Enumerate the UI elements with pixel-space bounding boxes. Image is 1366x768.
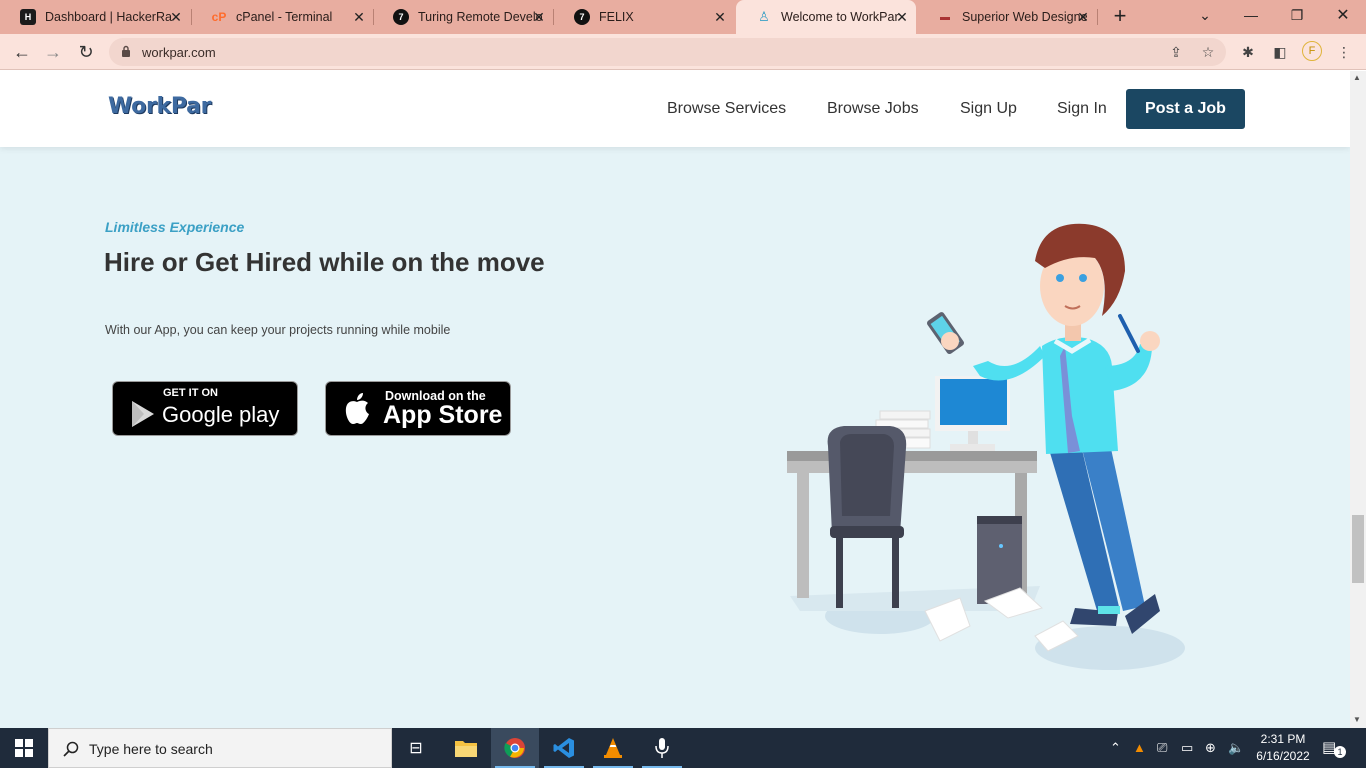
turing-icon: 7 [393, 9, 409, 25]
voice-recorder-button[interactable] [638, 728, 686, 768]
taskbar-search-box[interactable]: Type here to search [48, 728, 392, 768]
close-tab-icon[interactable]: ✕ [168, 9, 184, 25]
extensions-icon[interactable]: ✱ [1239, 43, 1257, 61]
app-store-big-text: App Store [383, 401, 503, 429]
site-logo[interactable]: WorkPar [108, 94, 212, 119]
browser-tab-strip: H Dashboard | HackerRa ✕ cP cPanel - Ter… [0, 0, 1366, 34]
page-viewport: WorkPar Browse Services Browse Jobs Sign… [0, 71, 1350, 728]
nav-sign-up[interactable]: Sign Up [960, 100, 1017, 118]
vlc-cone-icon [604, 738, 622, 758]
hero-eyebrow: Limitless Experience [105, 219, 245, 235]
scrollbar-thumb[interactable] [1352, 515, 1364, 583]
show-hidden-icons-icon[interactable]: ⌃ [1110, 740, 1121, 756]
side-panel-icon[interactable]: ◧ [1271, 43, 1289, 61]
google-play-big-text: Google play [162, 402, 280, 427]
clock-date: 6/16/2022 [1256, 749, 1310, 763]
menu-dots-icon[interactable]: ⋮ [1335, 43, 1353, 61]
browser-toolbar: ← → ↻ workpar.com ⇪ ☆ ✱ ◧ F ⋮ [0, 34, 1366, 70]
tab-felix[interactable]: 7 FELIX ✕ [554, 0, 734, 34]
address-bar[interactable]: workpar.com ⇪ ☆ [109, 38, 1226, 66]
vscode-icon [553, 738, 574, 758]
scroll-down-arrow-icon[interactable]: ▼ [1353, 715, 1361, 724]
forward-button[interactable]: → [40, 39, 66, 65]
folder-icon [455, 741, 477, 757]
turing-icon: 7 [574, 9, 590, 25]
vlc-button[interactable] [589, 728, 637, 768]
nav-sign-in[interactable]: Sign In [1057, 100, 1107, 118]
page-scrollbar[interactable]: ▲ ▼ [1350, 71, 1366, 728]
notification-count-badge: 1 [1334, 746, 1346, 758]
search-placeholder: Type here to search [89, 741, 213, 757]
tab-divider [1097, 9, 1098, 25]
google-play-small-text: GET IT ON [163, 387, 218, 399]
close-tab-icon[interactable]: ✕ [894, 9, 910, 25]
scroll-up-arrow-icon[interactable]: ▲ [1353, 73, 1361, 82]
hackerrank-icon: H [20, 9, 36, 25]
profile-avatar[interactable]: F [1302, 41, 1322, 61]
nav-browse-services[interactable]: Browse Services [667, 100, 786, 118]
cpanel-icon: cP [211, 10, 227, 24]
hero-illustration [787, 223, 1185, 670]
back-button[interactable]: ← [9, 39, 35, 65]
task-view-button[interactable]: ⊟ [392, 728, 440, 768]
site-header: WorkPar Browse Services Browse Jobs Sign… [0, 71, 1350, 147]
tab-web-designer[interactable]: ▬ Superior Web Designe ✕ [917, 0, 1097, 34]
reload-button[interactable]: ↻ [73, 39, 99, 65]
hero-subtext: With our App, you can keep your projects… [105, 323, 451, 337]
tab-cpanel[interactable]: cP cPanel - Terminal ✕ [191, 0, 373, 34]
system-clock[interactable]: 2:31 PM 6/16/2022 [1250, 731, 1316, 765]
windows-logo-icon [15, 739, 33, 757]
vscode-button[interactable] [540, 728, 588, 768]
task-view-icon: ⊟ [409, 740, 423, 757]
notifications-button[interactable]: ▤ 1 [1322, 738, 1346, 758]
restore-button[interactable]: ❐ [1274, 0, 1320, 30]
close-tab-icon[interactable]: ✕ [712, 9, 728, 25]
app-store-button[interactable]: Download on the App Store [325, 381, 511, 436]
post-job-button[interactable]: Post a Job [1126, 89, 1245, 129]
workpar-icon: ♙ [758, 9, 770, 24]
google-play-icon [132, 401, 154, 427]
close-tab-icon[interactable]: ✕ [1075, 9, 1091, 25]
search-icon [63, 741, 79, 757]
volume-icon[interactable]: 🔈 [1228, 740, 1244, 756]
new-tab-button[interactable]: + [1108, 5, 1132, 29]
microphone-icon [655, 738, 669, 758]
battery-icon[interactable]: ▭ [1181, 740, 1193, 756]
close-tab-icon[interactable]: ✕ [351, 9, 367, 25]
chrome-button[interactable] [491, 728, 539, 768]
share-icon[interactable]: ⇪ [1167, 43, 1185, 61]
tab-search-icon[interactable]: ⌄ [1182, 0, 1228, 30]
hero-headline: Hire or Get Hired while on the move [104, 247, 545, 277]
network-globe-icon[interactable]: ⊕ [1205, 740, 1216, 756]
minimize-button[interactable]: — [1228, 0, 1274, 30]
windows-taskbar: Type here to search ⊟ ⌃ ▲ ⎚ ▭ ⊕ 🔈 2:31 P… [0, 728, 1366, 768]
bookmark-star-icon[interactable]: ☆ [1199, 43, 1217, 61]
google-play-button[interactable]: GET IT ON Google play [112, 381, 298, 436]
nav-browse-jobs[interactable]: Browse Jobs [827, 100, 919, 118]
lock-icon [122, 45, 130, 57]
meet-now-icon[interactable]: ⎚ [1157, 740, 1167, 756]
tab-workpar[interactable]: ♙ Welcome to WorkPar ✕ [736, 0, 916, 34]
clock-time: 2:31 PM [1260, 732, 1306, 746]
start-button[interactable] [0, 728, 48, 768]
tab-hackerrank[interactable]: H Dashboard | HackerRa ✕ [0, 0, 190, 34]
web-designer-icon: ▬ [940, 11, 950, 23]
chrome-icon [504, 738, 525, 758]
vlc-tray-icon[interactable]: ▲ [1133, 740, 1146, 755]
close-tab-icon[interactable]: ✕ [531, 9, 547, 25]
apple-icon [345, 393, 369, 424]
url-text: workpar.com [142, 45, 216, 60]
close-window-button[interactable]: ✕ [1320, 0, 1366, 30]
file-explorer-button[interactable] [442, 728, 490, 768]
tab-turing[interactable]: 7 Turing Remote Develo ✕ [373, 0, 553, 34]
